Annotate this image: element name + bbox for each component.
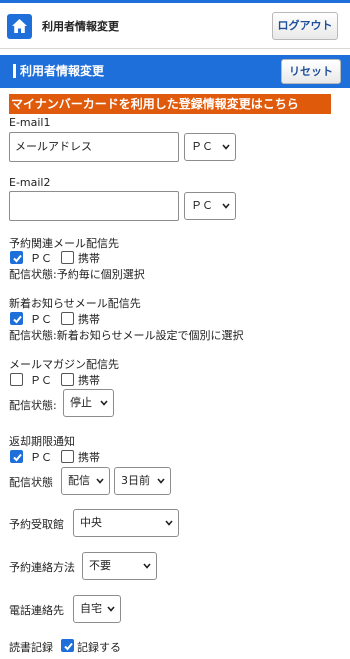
return-pc-label: ＰＣ (30, 451, 52, 464)
magazine-status-label: 配信状態: (9, 399, 57, 412)
new-arrival-pc-label: ＰＣ (30, 313, 52, 326)
return-status-label: 配信状態 (9, 476, 53, 489)
pickup-library-value: 中央 (80, 516, 102, 529)
return-pc-checkbox[interactable] (10, 450, 23, 463)
new-arrival-mail-label: 新着お知らせメール配信先 (9, 297, 141, 310)
pickup-library-select[interactable]: 中央 (73, 509, 179, 537)
email1-device-value: ＰＣ (191, 140, 213, 153)
email2-field[interactable] (9, 191, 179, 221)
checkmark-icon (13, 453, 22, 462)
email2-device-select[interactable]: ＰＣ (184, 192, 236, 220)
reservation-mobile-checkbox[interactable] (61, 251, 74, 264)
new-arrival-mobile-checkbox[interactable] (61, 312, 74, 325)
new-arrival-status: 配信状態:新着お知らせメール設定で個別に選択 (9, 329, 244, 342)
chevron-down-icon (107, 606, 115, 612)
phone-contact-select[interactable]: 自宅 (73, 595, 121, 623)
chevron-down-icon (96, 478, 104, 484)
logout-button[interactable]: ログアウト (272, 12, 338, 40)
return-status-select[interactable]: 配信 (61, 467, 110, 495)
return-timing-value: 3日前 (121, 474, 150, 487)
new-arrival-mobile-label: 携帯 (78, 313, 100, 326)
chevron-down-icon (143, 563, 151, 569)
return-timing-select[interactable]: 3日前 (114, 467, 171, 495)
magazine-pc-label: ＰＣ (30, 374, 52, 387)
reset-button[interactable]: リセット (281, 59, 341, 84)
phone-contact-label: 電話連絡先 (9, 604, 64, 617)
checkmark-icon (13, 315, 22, 324)
contact-method-label: 予約連絡方法 (9, 561, 75, 574)
checkmark-icon (13, 254, 22, 263)
magazine-pc-checkbox[interactable] (10, 373, 23, 386)
page-title: 利用者情報変更 (42, 20, 119, 33)
section-title: 利用者情報変更 (13, 64, 104, 78)
reservation-status: 配信状態:予約毎に個別選択 (9, 268, 145, 281)
magazine-status-select[interactable]: 停止 (63, 389, 114, 417)
return-mobile-label: 携帯 (78, 451, 100, 464)
reading-record-checkbox[interactable] (61, 639, 74, 652)
chevron-down-icon (222, 144, 230, 150)
chevron-down-icon (222, 203, 230, 209)
section-header: 利用者情報変更 リセット (0, 55, 350, 88)
return-notice-label: 返却期限通知 (9, 435, 75, 448)
reading-record-label: 読書記録 (9, 641, 53, 654)
pickup-library-label: 予約受取館 (9, 518, 64, 531)
email1-device-select[interactable]: ＰＣ (184, 133, 236, 161)
magazine-mobile-label: 携帯 (78, 374, 100, 387)
reservation-pc-checkbox[interactable] (10, 251, 23, 264)
email1-field[interactable]: メールアドレス (9, 132, 179, 162)
email2-label: E-mail2 (9, 176, 51, 189)
new-arrival-pc-checkbox[interactable] (10, 312, 23, 325)
magazine-mobile-checkbox[interactable] (61, 373, 74, 386)
magazine-status-value: 停止 (70, 396, 92, 409)
contact-method-value: 不要 (89, 559, 111, 572)
email1-label: E-mail1 (9, 116, 51, 129)
reservation-mobile-label: 携帯 (78, 252, 100, 265)
magazine-mail-label: メールマガジン配信先 (9, 358, 119, 371)
return-status-value: 配信 (68, 474, 90, 487)
chevron-down-icon (157, 478, 165, 484)
top-bar: 利用者情報変更 ログアウト (0, 0, 350, 49)
checkmark-icon (64, 642, 73, 651)
reservation-mail-label: 予約関連メール配信先 (9, 237, 119, 250)
chevron-down-icon (100, 400, 108, 406)
contact-method-select[interactable]: 不要 (82, 552, 157, 580)
chevron-down-icon (165, 520, 173, 526)
phone-contact-value: 自宅 (80, 602, 102, 615)
home-icon (12, 19, 27, 33)
mynumber-change-link[interactable]: マイナンバーカードを利用した登録情報変更はこちら (9, 94, 331, 114)
home-button[interactable] (7, 14, 32, 39)
reading-record-checkbox-label: 記録する (77, 641, 121, 654)
email2-device-value: ＰＣ (191, 199, 213, 212)
return-mobile-checkbox[interactable] (61, 450, 74, 463)
reservation-pc-label: ＰＣ (30, 252, 52, 265)
